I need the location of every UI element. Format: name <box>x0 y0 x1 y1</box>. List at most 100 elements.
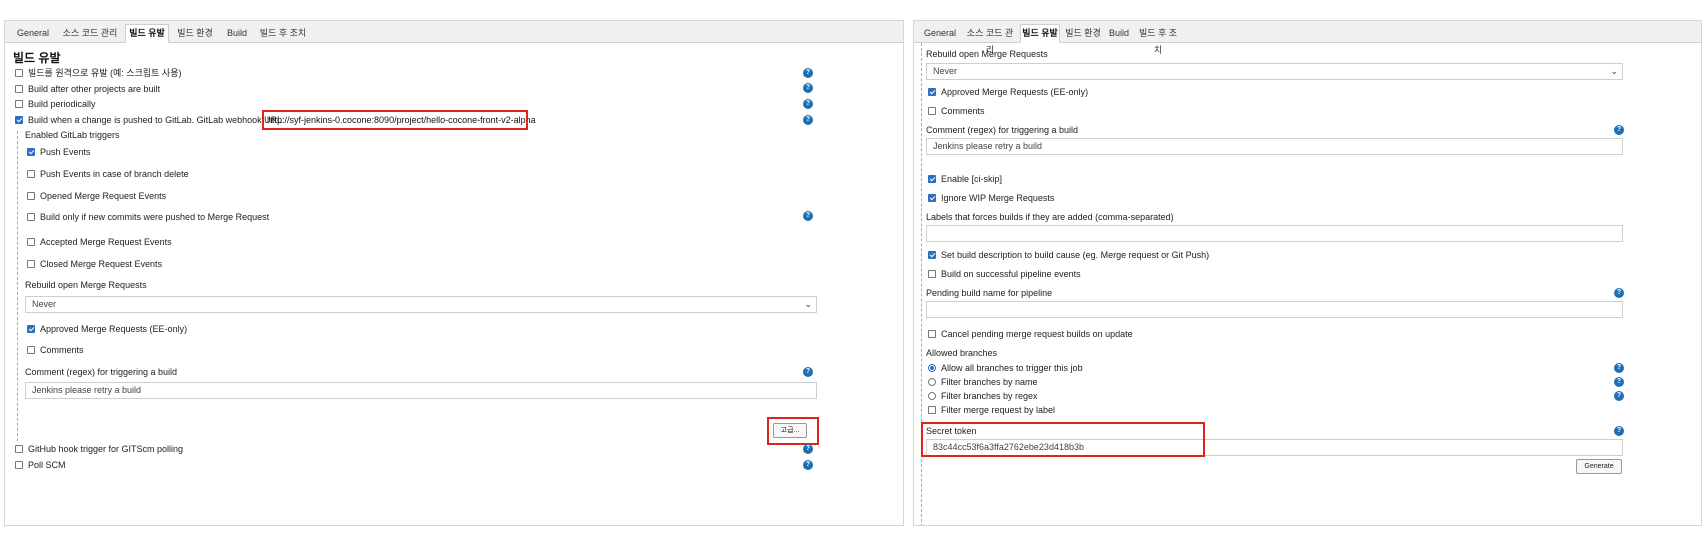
comment-regex-input[interactable]: Jenkins please retry a build <box>926 138 1623 155</box>
gitlab-push-label: Build when a change is pushed to GitLab.… <box>28 115 285 125</box>
gitlab-push-checkbox[interactable] <box>15 116 23 124</box>
tab-build-environment[interactable]: 빌드 환경 <box>1064 24 1102 43</box>
build-on-pipeline-label: Build on successful pipeline events <box>941 269 1081 279</box>
rebuild-open-mr-select[interactable]: Never ⌄ <box>926 63 1623 80</box>
tab-build-triggers[interactable]: 빌드 유발 <box>1020 24 1060 43</box>
tab-post-build[interactable]: 빌드 후 조치 <box>1136 24 1180 55</box>
enable-ci-skip-checkbox[interactable] <box>928 175 936 183</box>
build-periodically-checkbox[interactable] <box>15 100 23 108</box>
filter-by-name-radio[interactable] <box>928 378 936 386</box>
question-circle-icon[interactable]: ? <box>1614 377 1624 387</box>
push-events-checkbox[interactable] <box>27 148 35 156</box>
question-circle-icon[interactable]: ? <box>803 460 813 470</box>
comments-label: Comments <box>941 106 985 116</box>
approved-mr-label: Approved Merge Requests (EE-only) <box>941 87 1089 97</box>
accepted-mr-events-label: Accepted Merge Request Events <box>40 237 172 247</box>
filter-mr-label-checkbox[interactable] <box>928 406 936 414</box>
closed-mr-events-label: Closed Merge Request Events <box>40 259 163 269</box>
tab-source-code[interactable]: 소스 코드 관리 <box>59 24 121 43</box>
approved-mr-checkbox[interactable] <box>27 325 35 333</box>
question-circle-icon[interactable]: ? <box>1614 391 1624 401</box>
ignore-wip-label: Ignore WIP Merge Requests <box>941 193 1055 203</box>
opened-mr-events-label: Opened Merge Request Events <box>40 191 167 201</box>
set-build-description-checkbox[interactable] <box>928 251 936 259</box>
question-circle-icon[interactable]: ? <box>1614 363 1624 373</box>
question-circle-icon[interactable]: ? <box>1614 125 1624 135</box>
pending-build-name-label: Pending build name for pipeline <box>926 288 1053 298</box>
comments-checkbox[interactable] <box>27 346 35 354</box>
ignore-wip-checkbox[interactable] <box>928 194 936 202</box>
chevron-down-icon: ⌄ <box>1610 66 1618 76</box>
poll-scm-checkbox[interactable] <box>15 461 23 469</box>
build-periodically-label: Build periodically <box>28 99 96 109</box>
accepted-mr-events-checkbox[interactable] <box>27 238 35 246</box>
allow-all-branches-radio[interactable] <box>928 364 936 372</box>
tab-build-triggers[interactable]: 빌드 유발 <box>125 24 169 43</box>
question-circle-icon[interactable]: ? <box>803 367 813 377</box>
right-tab-bar: General 소스 코드 관리 빌드 유발 빌드 환경 Build 빌드 후 … <box>914 21 1701 55</box>
tab-build-environment[interactable]: 빌드 환경 <box>173 24 217 43</box>
approved-mr-checkbox[interactable] <box>928 88 936 96</box>
remote-trigger-label: 빌드를 원격으로 유발 (예: 스크립트 사용) <box>28 68 182 78</box>
tab-general[interactable]: General <box>920 24 960 43</box>
tab-build[interactable]: Build <box>1104 24 1134 43</box>
comment-regex-input[interactable]: Jenkins please retry a build <box>25 382 817 399</box>
cancel-pending-checkbox[interactable] <box>928 330 936 338</box>
tab-source-code[interactable]: 소스 코드 관리 <box>964 24 1016 55</box>
question-circle-icon[interactable]: ? <box>803 68 813 78</box>
enabled-triggers-heading: Enabled GitLab triggers <box>25 130 120 140</box>
filter-by-name-label: Filter branches by name <box>941 377 1038 387</box>
secret-token-label: Secret token <box>926 426 977 436</box>
github-hook-checkbox[interactable] <box>15 445 23 453</box>
cancel-pending-label: Cancel pending merge request builds on u… <box>941 329 1133 339</box>
nested-options-guide <box>17 131 18 441</box>
rebuild-open-mr-select[interactable]: Never ⌄ <box>25 296 817 313</box>
pending-build-name-input[interactable] <box>926 301 1623 318</box>
build-on-pipeline-checkbox[interactable] <box>928 270 936 278</box>
gitlab-webhook-url[interactable]: http://syf-jenkins-0.cocone:8090/project… <box>267 115 536 125</box>
comment-regex-label: Comment (regex) for triggering a build <box>25 367 178 377</box>
after-other-projects-checkbox[interactable] <box>15 85 23 93</box>
tab-build[interactable]: Build <box>221 24 253 43</box>
filter-by-regex-label: Filter branches by regex <box>941 391 1038 401</box>
tab-general[interactable]: General <box>13 24 53 43</box>
labels-force-input[interactable] <box>926 225 1623 242</box>
question-circle-icon[interactable]: ? <box>1614 426 1624 436</box>
rebuild-open-mr-value: Never <box>32 299 57 309</box>
labels-force-label: Labels that forces builds if they are ad… <box>926 212 1174 222</box>
section-title: 빌드 유발 <box>13 51 61 65</box>
push-events-label: Push Events <box>40 147 91 157</box>
advanced-button[interactable]: 고급... <box>773 423 807 438</box>
allowed-branches-heading: Allowed branches <box>926 348 998 358</box>
new-commits-mr-checkbox[interactable] <box>27 213 35 221</box>
after-other-projects-label: Build after other projects are built <box>28 84 161 94</box>
secret-token-input[interactable]: 83c44cc53f6a3ffa2762ebe23d418b3b <box>926 439 1623 456</box>
question-circle-icon[interactable]: ? <box>803 211 813 221</box>
poll-scm-label: Poll SCM <box>28 460 66 470</box>
nested-options-guide <box>921 43 922 525</box>
question-circle-icon[interactable]: ? <box>803 444 813 454</box>
enable-ci-skip-label: Enable [ci-skip] <box>941 174 1003 184</box>
chevron-down-icon: ⌄ <box>804 299 812 309</box>
approved-mr-label: Approved Merge Requests (EE-only) <box>40 324 188 334</box>
comment-regex-label: Comment (regex) for triggering a build <box>926 125 1079 135</box>
question-circle-icon[interactable]: ? <box>803 99 813 109</box>
tab-post-build[interactable]: 빌드 후 조치 <box>257 24 309 43</box>
question-circle-icon[interactable]: ? <box>803 115 813 125</box>
push-events-branch-delete-checkbox[interactable] <box>27 170 35 178</box>
question-circle-icon[interactable]: ? <box>1614 288 1624 298</box>
rebuild-open-mr-value: Never <box>933 66 958 76</box>
generate-button[interactable]: Generate <box>1576 459 1622 474</box>
comments-checkbox[interactable] <box>928 107 936 115</box>
closed-mr-events-checkbox[interactable] <box>27 260 35 268</box>
filter-mr-label-label: Filter merge request by label <box>941 405 1056 415</box>
push-events-branch-delete-label: Push Events in case of branch delete <box>40 169 189 179</box>
new-commits-mr-label: Build only if new commits were pushed to… <box>40 212 270 222</box>
allow-all-branches-label: Allow all branches to trigger this job <box>941 363 1083 373</box>
opened-mr-events-checkbox[interactable] <box>27 192 35 200</box>
remote-trigger-checkbox[interactable] <box>15 69 23 77</box>
rebuild-open-mr-label: Rebuild open Merge Requests <box>25 280 147 290</box>
question-circle-icon[interactable]: ? <box>803 83 813 93</box>
filter-by-regex-radio[interactable] <box>928 392 936 400</box>
comments-label: Comments <box>40 345 84 355</box>
